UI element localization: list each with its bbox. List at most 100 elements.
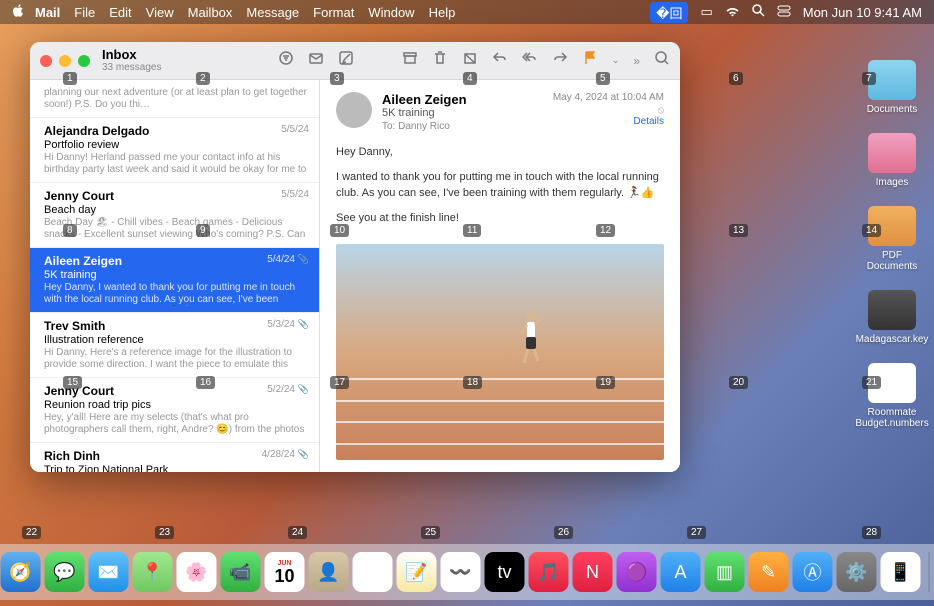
runner-figure [516, 309, 546, 369]
zoom-button[interactable] [78, 55, 90, 67]
menu-edit[interactable]: Edit [109, 5, 131, 20]
dock-reminders[interactable]: ☰ [353, 552, 393, 592]
menu-view[interactable]: View [146, 5, 174, 20]
dock-numbers[interactable]: ▥ [705, 552, 745, 592]
dock-facetime[interactable]: 📹 [221, 552, 261, 592]
archive-icon[interactable] [402, 50, 418, 71]
dock-notes[interactable]: 📝 [397, 552, 437, 592]
clock[interactable]: Mon Jun 10 9:41 AM [803, 5, 922, 20]
junk-icon[interactable] [462, 50, 478, 71]
grid-marker: 19 [596, 376, 615, 389]
message-item[interactable]: Aileen Zeigen5/4/24 📎5K trainingHey Dann… [30, 248, 319, 313]
battery-icon[interactable]: ▭ [700, 4, 712, 20]
grid-marker: 20 [729, 376, 748, 389]
grid-marker: 2 [196, 72, 210, 85]
grid-marker: 26 [554, 526, 573, 539]
desktop-item[interactable]: Images [860, 133, 924, 188]
menu-mailbox[interactable]: Mailbox [188, 5, 233, 20]
desktop-item[interactable]: Roommate Budget.numbers [860, 363, 924, 429]
filter-icon[interactable] [278, 50, 294, 71]
dock-pages[interactable]: ✎ [749, 552, 789, 592]
dock-appstore[interactable]: A [661, 552, 701, 592]
message-item[interactable]: planning our next adventure (or at least… [30, 80, 319, 118]
grid-marker: 10 [330, 224, 349, 237]
apple-menu-icon[interactable] [12, 4, 25, 20]
menu-file[interactable]: File [74, 5, 95, 20]
compose-icon[interactable] [338, 50, 354, 71]
app-name[interactable]: Mail [35, 5, 60, 20]
message-list[interactable]: planning our next adventure (or at least… [30, 80, 320, 472]
window-title: Inbox [102, 48, 161, 62]
flag-dropdown-icon[interactable]: ⌄ [612, 55, 620, 66]
dock-calendar[interactable]: JUN10 [265, 552, 305, 592]
message-item[interactable]: Trev Smith5/3/24 📎Illustration reference… [30, 313, 319, 378]
dock-tv[interactable]: tv [485, 552, 525, 592]
grid-marker: 7 [862, 72, 876, 85]
search-icon[interactable] [654, 50, 670, 71]
grid-marker: 22 [22, 526, 41, 539]
grid-marker: 27 [687, 526, 706, 539]
grid-marker: 11 [463, 224, 481, 237]
reader-pane: Aileen Zeigen 5K training To: Danny Rico… [320, 80, 680, 472]
dock-freeform[interactable]: 〰️ [441, 552, 481, 592]
reader-body: Hey Danny,I wanted to thank you for putt… [336, 144, 664, 234]
reply-all-icon[interactable] [522, 50, 538, 71]
close-button[interactable] [40, 55, 52, 67]
mute-icon[interactable]: ⦸ [657, 105, 664, 116]
dock-iphone[interactable]: 📱 [881, 552, 921, 592]
mail-window: Inbox 33 messages ⌄ » planning our next … [30, 42, 680, 472]
attachment-image[interactable] [336, 244, 664, 460]
compose-new-icon[interactable] [308, 50, 324, 71]
menu-help[interactable]: Help [429, 5, 456, 20]
desktop-item[interactable]: Madagascar.key [860, 290, 924, 345]
dock-settings[interactable]: ⚙️ [837, 552, 877, 592]
spotlight-icon[interactable] [752, 4, 765, 20]
dock-messages[interactable]: 💬 [45, 552, 85, 592]
grid-marker: 8 [63, 224, 77, 237]
grid-marker: 6 [729, 72, 743, 85]
grid-marker: 1 [63, 72, 77, 85]
control-center-icon[interactable] [777, 5, 791, 20]
dock-maps[interactable]: 📍 [133, 552, 173, 592]
voice-control-icon[interactable]: �回 [650, 2, 688, 23]
grid-marker: 14 [862, 224, 881, 237]
message-item[interactable]: Rich Dinh4/28/24 📎Trip to Zion National … [30, 443, 319, 472]
grid-marker: 18 [463, 376, 482, 389]
dock-photos[interactable]: 🌸 [177, 552, 217, 592]
dock-safari[interactable]: 🧭 [1, 552, 41, 592]
forward-icon[interactable] [552, 50, 568, 71]
grid-marker: 12 [596, 224, 615, 237]
menu-window[interactable]: Window [368, 5, 414, 20]
menu-message[interactable]: Message [246, 5, 299, 20]
message-count: 33 messages [102, 62, 161, 73]
dock-contacts[interactable]: 👤 [309, 552, 349, 592]
dock-news[interactable]: N [573, 552, 613, 592]
dock: 🙂▦🧭💬✉️📍🌸📹JUN10👤☰📝〰️tv🎵N🟣A▥✎Ⓐ⚙️📱⬇🗑️ [0, 544, 934, 600]
reader-subject: 5K training [382, 107, 543, 119]
message-item[interactable]: Jenny Court5/5/24Beach dayBeach Day 🏖 - … [30, 183, 319, 248]
more-icon[interactable]: » [633, 54, 640, 68]
flag-icon[interactable] [582, 50, 598, 71]
message-item[interactable]: Alejandra Delgado5/5/24Portfolio reviewH… [30, 118, 319, 183]
menu-format[interactable]: Format [313, 5, 354, 20]
grid-marker: 13 [729, 224, 748, 237]
grid-marker: 17 [330, 376, 349, 389]
grid-marker: 25 [421, 526, 440, 539]
grid-marker: 9 [196, 224, 210, 237]
grid-marker: 28 [862, 526, 881, 539]
grid-marker: 15 [63, 376, 82, 389]
grid-marker: 21 [862, 376, 881, 389]
dock-mail[interactable]: ✉️ [89, 552, 129, 592]
reply-icon[interactable] [492, 50, 508, 71]
dock-appstore2[interactable]: Ⓐ [793, 552, 833, 592]
desktop-item[interactable]: PDF Documents [860, 206, 924, 272]
details-link[interactable]: Details [553, 116, 664, 127]
reader-from: Aileen Zeigen [382, 92, 543, 107]
minimize-button[interactable] [59, 55, 71, 67]
avatar [336, 92, 372, 128]
wifi-icon[interactable] [725, 5, 740, 20]
dock-podcasts[interactable]: 🟣 [617, 552, 657, 592]
dock-music[interactable]: 🎵 [529, 552, 569, 592]
desktop-item[interactable]: Documents [860, 60, 924, 115]
trash-icon[interactable] [432, 50, 448, 71]
